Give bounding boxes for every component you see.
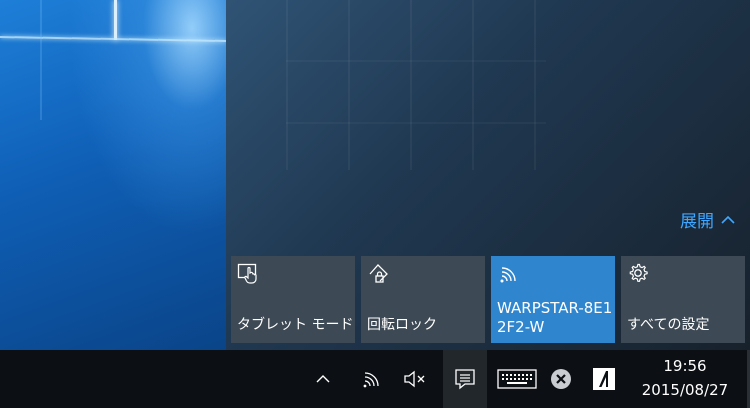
app-icon bbox=[593, 368, 615, 390]
wifi-network-label: WARPSTAR-8E12F2-W bbox=[497, 299, 613, 336]
volume-button[interactable] bbox=[398, 350, 432, 408]
rotation-lock-tile[interactable]: 回転ロック bbox=[361, 256, 485, 343]
network-button[interactable] bbox=[356, 350, 388, 408]
clock-time: 19:56 bbox=[663, 357, 707, 375]
rotation-lock-label: 回転ロック bbox=[367, 317, 437, 333]
all-settings-tile[interactable]: すべての設定 bbox=[621, 256, 745, 343]
light-beam bbox=[40, 0, 42, 120]
expand-button[interactable]: 展開 bbox=[680, 207, 736, 232]
clock-date: 2015/08/27 bbox=[641, 381, 729, 399]
wifi-network-tile[interactable]: WARPSTAR-8E12F2-W bbox=[491, 256, 615, 343]
touch-keyboard-button[interactable] bbox=[492, 350, 542, 408]
taskbar: 19:56 2015/08/27 bbox=[0, 350, 750, 408]
expand-label: 展開 bbox=[680, 212, 714, 232]
light-beam bbox=[114, 0, 117, 40]
show-hidden-icons-button[interactable] bbox=[308, 350, 338, 408]
clear-button[interactable] bbox=[546, 350, 576, 408]
chevron-up-icon bbox=[721, 215, 735, 224]
all-settings-label: すべての設定 bbox=[627, 317, 710, 333]
keyboard-icon bbox=[497, 369, 537, 389]
light-beam bbox=[0, 36, 226, 42]
clear-icon bbox=[551, 369, 571, 389]
desktop-wallpaper bbox=[0, 0, 226, 350]
network-icon bbox=[363, 372, 379, 388]
wifi-icon bbox=[500, 267, 516, 283]
tablet-mode-tile[interactable]: タブレット モード bbox=[231, 256, 355, 343]
rotation-lock-icon bbox=[369, 264, 388, 283]
tablet-mode-label: タブレット モード bbox=[237, 317, 354, 333]
clock[interactable]: 19:56 2015/08/27 bbox=[630, 354, 740, 404]
action-center-button[interactable] bbox=[443, 350, 487, 408]
notifications-icon bbox=[455, 369, 475, 390]
background-reflection bbox=[286, 0, 546, 170]
tablet-mode-icon bbox=[237, 263, 257, 284]
chevron-up-icon bbox=[316, 375, 330, 383]
tray-app-button[interactable] bbox=[588, 350, 620, 408]
volume-muted-icon bbox=[404, 370, 425, 388]
gear-icon bbox=[629, 263, 648, 282]
